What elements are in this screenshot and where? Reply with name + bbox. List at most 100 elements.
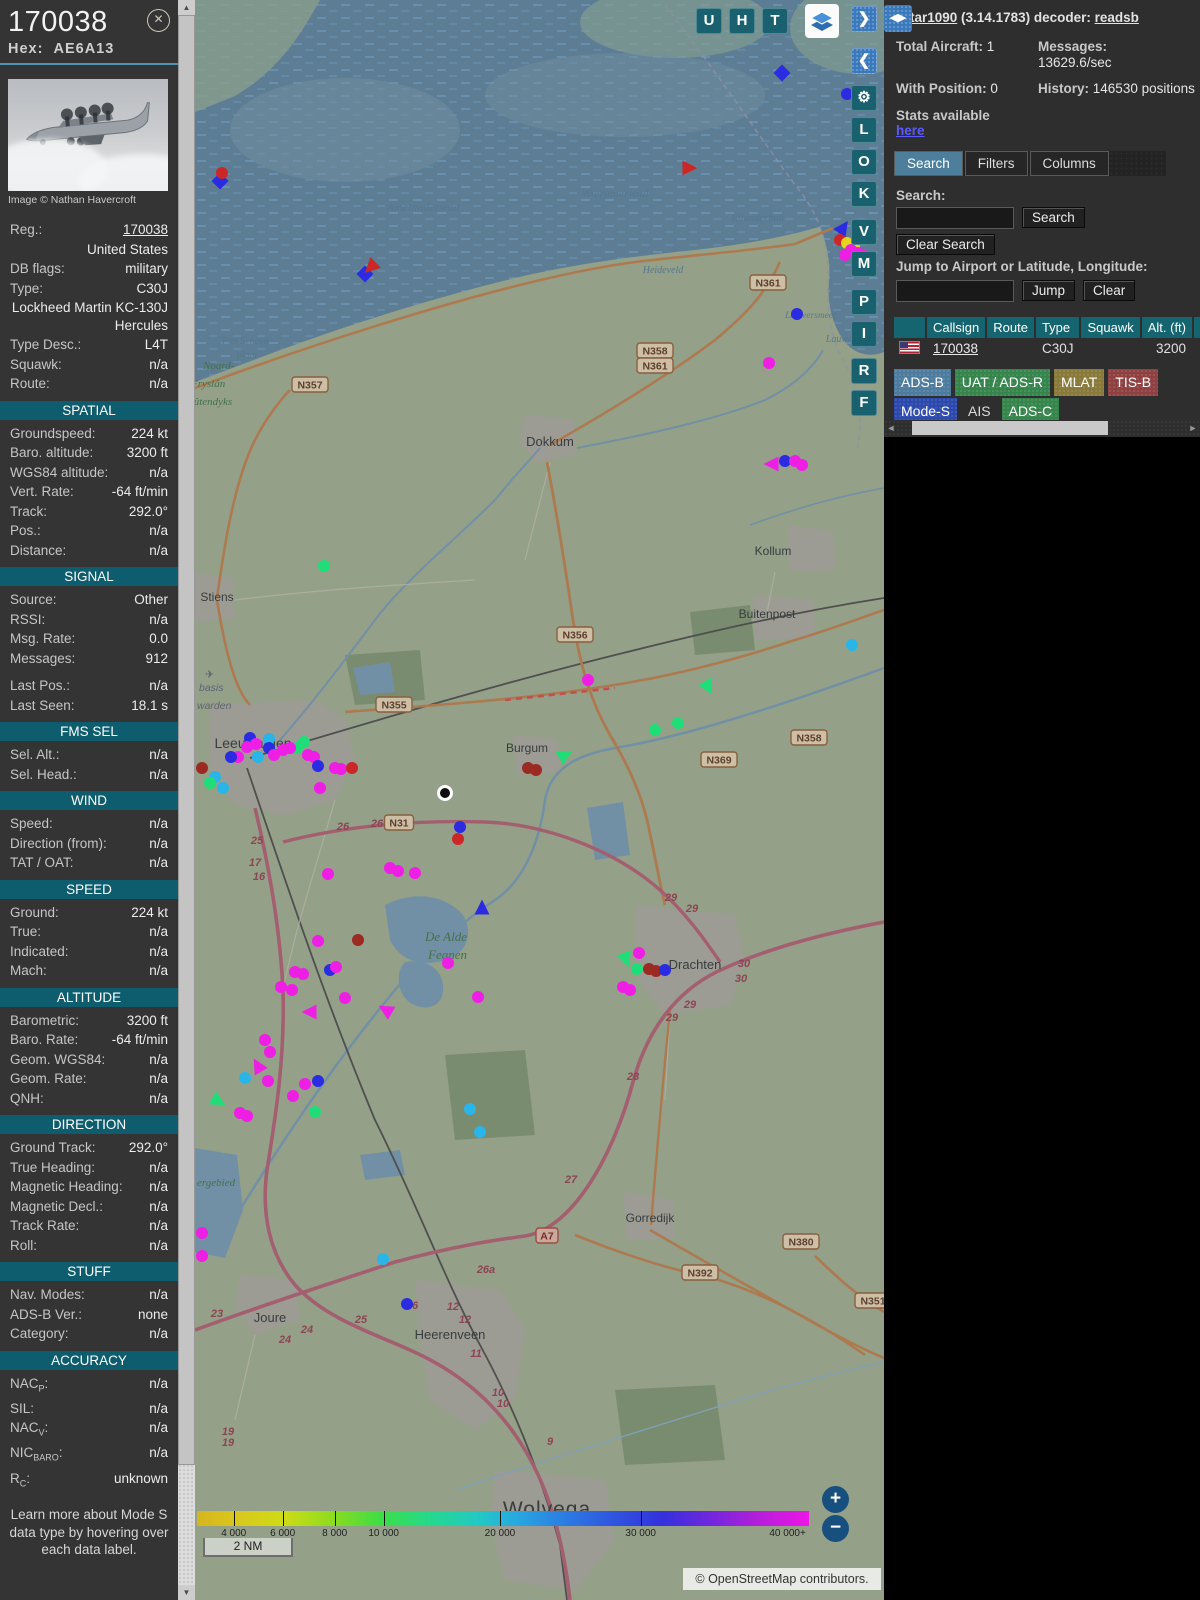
callsign-cell[interactable]: 170038: [927, 339, 985, 358]
scrollbar-thumb[interactable]: [912, 421, 1108, 435]
filter-chip-mlat[interactable]: MLAT: [1053, 368, 1105, 396]
aircraft-dot-marker[interactable]: [649, 724, 661, 736]
info-value[interactable]: 170038: [123, 221, 168, 239]
aircraft-dot-marker[interactable]: [252, 751, 264, 763]
aircraft-dot-marker[interactable]: [287, 1090, 299, 1102]
tab-search[interactable]: Search: [894, 150, 963, 176]
map-button-f[interactable]: F: [851, 390, 877, 416]
aircraft-dot-marker[interactable]: [339, 992, 351, 1004]
aircraft-dot-marker[interactable]: [582, 674, 594, 686]
map-canvas[interactable]: N361 N358 N361 N357 N356 N355 N31 N369 N358 N380 N…: [195, 0, 884, 1600]
aircraft-dot-marker[interactable]: [464, 1103, 476, 1115]
openstreetmap-link[interactable]: OpenStreetMap: [708, 1572, 796, 1586]
map-button-u[interactable]: U: [696, 8, 722, 34]
aircraft-dot-marker[interactable]: [763, 357, 775, 369]
aircraft-dot-marker[interactable]: [312, 935, 324, 947]
aircraft-dot-marker[interactable]: [392, 865, 404, 877]
clear-button[interactable]: Clear: [1083, 280, 1136, 302]
aircraft-dot-marker[interactable]: [275, 981, 287, 993]
aircraft-dot-marker[interactable]: [196, 762, 208, 774]
callsign-link[interactable]: 170038: [933, 341, 978, 356]
aircraft-dot-marker[interactable]: [314, 782, 326, 794]
aircraft-dot-marker[interactable]: [299, 1078, 311, 1090]
aircraft-dot-marker[interactable]: [196, 1250, 208, 1262]
settings-button[interactable]: ⚙: [851, 85, 877, 111]
aircraft-dot-marker[interactable]: [352, 934, 364, 946]
aircraft-dot-marker[interactable]: [217, 782, 229, 794]
map-button-k[interactable]: K: [851, 181, 877, 207]
aircraft-dot-marker[interactable]: [846, 639, 858, 651]
aircraft-dot-marker[interactable]: [312, 1075, 324, 1087]
jump-input[interactable]: [896, 279, 1014, 302]
tar1090-link[interactable]: tar1090: [910, 10, 957, 25]
aircraft-dot-marker[interactable]: [286, 984, 298, 996]
aircraft-dot-marker[interactable]: [452, 833, 464, 845]
panel-expand-button[interactable]: ❯: [851, 6, 877, 32]
layers-button[interactable]: [805, 4, 839, 38]
table-header-cell[interactable]: Squawk: [1081, 316, 1140, 338]
map-button-v[interactable]: V: [851, 219, 877, 245]
tab-columns[interactable]: Columns: [1029, 150, 1109, 176]
table-header-cell[interactable]: Spd.: [1194, 316, 1200, 338]
aircraft-dot-marker[interactable]: [259, 1034, 271, 1046]
jump-button[interactable]: Jump: [1022, 280, 1076, 302]
aircraft-dot-marker[interactable]: [839, 249, 851, 261]
aircraft-dot-marker[interactable]: [409, 867, 421, 879]
aircraft-dot-marker[interactable]: [791, 308, 803, 320]
filter-chip-ads-b[interactable]: ADS-B: [894, 368, 951, 396]
selected-aircraft-marker[interactable]: [437, 785, 453, 801]
aircraft-dot-marker[interactable]: [250, 738, 262, 750]
table-header-cell[interactable]: Type: [1035, 316, 1080, 338]
aircraft-dot-marker[interactable]: [346, 762, 358, 774]
zoom-out-button[interactable]: −: [822, 1515, 849, 1542]
aircraft-dot-marker[interactable]: [284, 742, 296, 754]
aircraft-dot-marker[interactable]: [659, 964, 671, 976]
zoom-in-button[interactable]: +: [822, 1486, 849, 1513]
aircraft-dot-marker[interactable]: [472, 991, 484, 1003]
aircraft-dot-marker[interactable]: [377, 1253, 389, 1265]
aircraft-dot-marker[interactable]: [474, 1126, 486, 1138]
readsb-link[interactable]: readsb: [1095, 10, 1139, 25]
aircraft-dot-marker[interactable]: [442, 957, 454, 969]
aircraft-dot-marker[interactable]: [312, 760, 324, 772]
map-button-h[interactable]: H: [729, 8, 755, 34]
map-button-o[interactable]: O: [851, 149, 877, 175]
aircraft-dot-marker[interactable]: [239, 1072, 251, 1084]
aircraft-dot-marker[interactable]: [196, 1227, 208, 1239]
table-horizontal-scrollbar[interactable]: ◄ ►: [884, 420, 1200, 437]
aircraft-dot-marker[interactable]: [330, 961, 342, 973]
sidebar-toggle-button[interactable]: ◀▶: [884, 5, 912, 32]
filter-chip-tis-b[interactable]: TIS-B: [1108, 368, 1159, 396]
table-header-cell[interactable]: Route: [987, 316, 1034, 338]
aircraft-dot-marker[interactable]: [225, 751, 237, 763]
map-button-t[interactable]: T: [762, 8, 788, 34]
search-button[interactable]: Search: [1022, 207, 1085, 229]
scroll-right-icon[interactable]: ►: [1186, 420, 1200, 436]
aircraft-dot-marker[interactable]: [289, 966, 301, 978]
aircraft-dot-marker[interactable]: [633, 947, 645, 959]
aircraft-dot-marker[interactable]: [262, 1075, 274, 1087]
aircraft-dot-marker[interactable]: [204, 777, 216, 789]
table-header-cell[interactable]: [894, 316, 925, 338]
sidebar-scrollbar[interactable]: ▲ ▼: [178, 0, 195, 1600]
aircraft-dot-marker[interactable]: [322, 868, 334, 880]
map-button-i[interactable]: I: [851, 321, 877, 347]
clear-search-button[interactable]: Clear Search: [896, 233, 995, 255]
scroll-up-icon[interactable]: ▲: [178, 0, 195, 15]
table-row[interactable]: 170038 C30J 3200: [894, 339, 1200, 358]
map-button-p[interactable]: P: [851, 289, 877, 315]
aircraft-dot-marker[interactable]: [530, 764, 542, 776]
map-button-m[interactable]: M: [851, 251, 877, 277]
aircraft-dot-marker[interactable]: [631, 963, 643, 975]
tab-filters[interactable]: Filters: [964, 150, 1028, 176]
table-header-cell[interactable]: Callsign: [927, 316, 986, 338]
aircraft-dot-marker[interactable]: [672, 717, 684, 729]
stats-here-link[interactable]: here: [896, 123, 925, 138]
aircraft-dot-marker[interactable]: [624, 984, 636, 996]
aircraft-dot-marker[interactable]: [454, 821, 466, 833]
map-button-r[interactable]: R: [851, 358, 877, 384]
aircraft-dot-marker[interactable]: [318, 560, 330, 572]
search-input[interactable]: [896, 206, 1014, 229]
aircraft-dot-marker[interactable]: [216, 167, 228, 179]
aircraft-dot-marker[interactable]: [796, 459, 808, 471]
